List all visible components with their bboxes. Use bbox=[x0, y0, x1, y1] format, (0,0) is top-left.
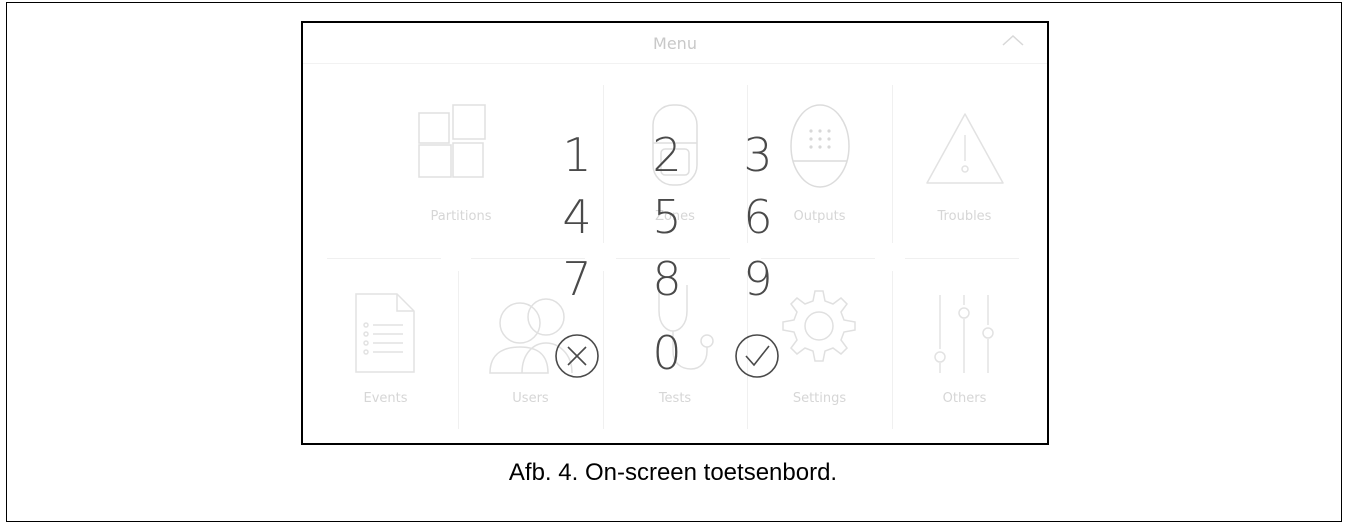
key-5[interactable]: 5 bbox=[637, 189, 697, 245]
cancel-circle-icon[interactable] bbox=[553, 332, 601, 380]
figure-caption: Afb. 4. On-screen toetsenbord. bbox=[508, 459, 838, 486]
on-screen-keypad: 1 2 3 4 5 6 7 8 9 0 bbox=[303, 23, 1047, 443]
key-3[interactable]: 3 bbox=[728, 127, 788, 183]
keypad-screen: Menu Partitions Zones Outputs Troubles E… bbox=[301, 21, 1049, 445]
key-8[interactable]: 8 bbox=[637, 251, 697, 307]
key-2[interactable]: 2 bbox=[637, 127, 697, 183]
key-7[interactable]: 7 bbox=[547, 251, 607, 307]
key-4[interactable]: 4 bbox=[547, 189, 607, 245]
key-0[interactable]: 0 bbox=[637, 325, 697, 381]
confirm-check-icon[interactable] bbox=[733, 332, 781, 380]
key-6[interactable]: 6 bbox=[728, 189, 788, 245]
key-9[interactable]: 9 bbox=[728, 251, 788, 307]
key-1[interactable]: 1 bbox=[547, 127, 607, 183]
